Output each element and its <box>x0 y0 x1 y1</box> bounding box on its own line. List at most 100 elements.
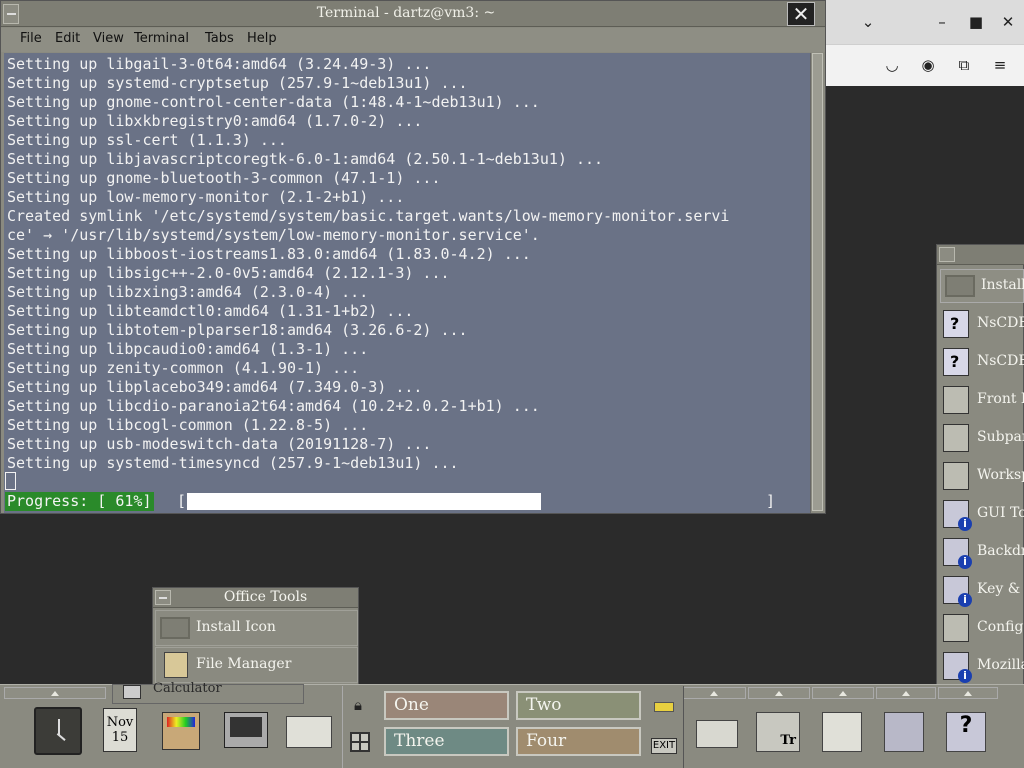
item-label: GUI To <box>977 505 1024 521</box>
subpanel-arrow-clock[interactable] <box>4 687 106 699</box>
item-label: Front P <box>977 391 1024 407</box>
install-drop-icon <box>945 275 975 297</box>
subpanel-item-gui-tools[interactable]: GUI To <box>937 495 1024 533</box>
progress-left-bracket: [ <box>177 492 187 510</box>
pocket-icon[interactable]: ◡ <box>882 55 902 75</box>
text-editor-icon[interactable] <box>822 712 862 752</box>
config-icon <box>943 614 969 642</box>
browser-titlebar: ⌄ – ■ ✕ <box>820 0 1024 44</box>
progress-label: Progress: [ 61%] <box>5 492 154 511</box>
subpanel-menu-button[interactable] <box>155 590 171 605</box>
subpanel-item-mozilla[interactable]: Mozilla <box>937 647 1024 685</box>
help-book-icon <box>943 348 969 376</box>
info-doc-icon <box>943 576 972 607</box>
subpanel-item-nscde-1[interactable]: NsCDE <box>937 305 1024 343</box>
terminal-line: Setting up libplacebo349:amd64 (7.349.0-… <box>7 378 423 396</box>
install-drop-icon <box>160 617 190 639</box>
terminal-line: Setting up libjavascriptcoregtk-6.0-1:am… <box>7 150 604 168</box>
terminal-scrollbar[interactable] <box>810 53 824 513</box>
file-cabinet-icon[interactable] <box>162 712 200 750</box>
subpanel-item-config[interactable]: Config <box>937 609 1024 647</box>
file-manager-icon <box>164 652 188 678</box>
subpanel-item-front-panel[interactable]: Front P <box>937 381 1024 419</box>
workspace-two-button[interactable]: Two <box>516 691 641 720</box>
workspace-one-button[interactable]: One <box>384 691 509 720</box>
style-manager-icon[interactable]: Tr <box>756 712 800 752</box>
scrollbar-thumb[interactable] <box>812 53 823 511</box>
account-icon[interactable]: ◉ <box>918 55 938 75</box>
terminal-line: Setting up libcogl-common (1.22.8-5) ... <box>7 416 369 434</box>
install-label: Install <box>981 277 1024 293</box>
terminal-line: Setting up libboost-iostreams1.83.0:amd6… <box>7 245 531 263</box>
terminal-line: Setting up libpcaudio0:amd64 (1.3-1) ... <box>7 340 369 358</box>
office-tools-titlebar: Office Tools <box>153 588 358 608</box>
terminal-line: Setting up systemd-cryptsetup (257.9-1~d… <box>7 74 468 92</box>
menu-terminal[interactable]: Terminal <box>134 31 189 46</box>
menu-file[interactable]: File <box>20 31 42 46</box>
terminal-line: Setting up gnome-bluetooth-3-common (47.… <box>7 169 441 187</box>
office-tools-title: Office Tools <box>223 589 308 605</box>
install-icon-button[interactable]: Install Icon <box>155 610 358 646</box>
help-subpanel: Install NsCDE NsCDE Front P Subpan Works… <box>936 244 1024 692</box>
menu-tabs[interactable]: Tabs <box>205 31 234 46</box>
application-manager-icon[interactable] <box>884 712 924 752</box>
subpanel-arrow-apps[interactable] <box>876 687 936 699</box>
clock-icon[interactable] <box>34 707 82 755</box>
subpanel-arrow-editor[interactable] <box>812 687 874 699</box>
workspace-three-button[interactable]: Three <box>384 727 509 756</box>
menu-view[interactable]: View <box>93 31 124 46</box>
terminal-line: Setting up libxkbregistry0:amd64 (1.7.0-… <box>7 112 423 130</box>
calendar-day: 15 <box>111 730 129 745</box>
exit-button[interactable]: EXIT <box>651 738 677 754</box>
close-icon[interactable]: ✕ <box>998 12 1018 32</box>
item-label: Mozilla <box>977 657 1024 673</box>
window-doc-icon <box>943 462 969 490</box>
subpanel-arrow-printer[interactable] <box>682 687 746 699</box>
terminal-line: Setting up libtotem-plparser18:amd64 (3.… <box>7 321 468 339</box>
chevron-down-icon[interactable]: ⌄ <box>858 12 878 32</box>
window-close-button[interactable]: ✕ <box>787 2 815 26</box>
lock-icon[interactable]: 🔒︎ <box>354 696 368 714</box>
extensions-icon[interactable]: ⧉ <box>954 55 974 75</box>
subpanel-arrow-style[interactable] <box>748 687 810 699</box>
file-manager-button[interactable]: File Manager <box>155 647 358 683</box>
progress-bar: [ ] <box>177 492 777 511</box>
terminal-titlebar[interactable]: Terminal - dartz@vm3: ~ ✕ <box>1 1 825 27</box>
subpanel-item-subpanel[interactable]: Subpan <box>937 419 1024 457</box>
menu-help[interactable]: Help <box>247 31 277 46</box>
mail-tray-icon[interactable] <box>286 716 332 748</box>
workspace-grid-icon[interactable] <box>350 732 370 752</box>
terminal-output[interactable]: Setting up libgail-3-0t64:amd64 (3.24.49… <box>4 53 810 513</box>
browser-window: ⌄ – ■ ✕ ◡ ◉ ⧉ ≡ <box>820 0 1024 86</box>
info-doc-icon <box>943 538 972 569</box>
printer-icon[interactable] <box>696 720 738 748</box>
info-doc-icon <box>943 652 972 683</box>
install-icon-slot[interactable]: Install <box>940 269 1024 303</box>
calculator-icon <box>123 685 141 699</box>
workspace-four-button[interactable]: Four <box>516 727 641 756</box>
busy-light-icon <box>654 702 674 712</box>
subpanel-menu-button[interactable] <box>939 247 955 262</box>
calculator-item[interactable]: Calculator <box>112 681 304 704</box>
help-manager-icon[interactable]: ? <box>946 712 986 752</box>
progress-fill <box>187 493 541 510</box>
browser-toolbar: ◡ ◉ ⧉ ≡ <box>820 44 1024 86</box>
terminal-cursor <box>5 472 16 490</box>
menu-edit[interactable]: Edit <box>55 31 80 46</box>
terminal-monitor-icon[interactable] <box>224 712 268 748</box>
item-label: Subpan <box>977 429 1024 445</box>
menu-icon[interactable]: ≡ <box>990 55 1010 75</box>
minimize-icon[interactable]: – <box>932 12 952 32</box>
install-icon-label: Install Icon <box>196 619 276 635</box>
terminal-line: Setting up usb-modeswitch-data (20191128… <box>7 435 432 453</box>
subpanel-arrow-help[interactable] <box>938 687 998 699</box>
subpanel-item-backdrops[interactable]: Backdr <box>937 533 1024 571</box>
item-label: Config <box>977 619 1024 635</box>
subpanel-item-workspace[interactable]: Worksp <box>937 457 1024 495</box>
subpanel-item-nscde-2[interactable]: NsCDE <box>937 343 1024 381</box>
subpanel-item-keys[interactable]: Key & <box>937 571 1024 609</box>
terminal-line: Setting up libcdio-paranoia2t64:amd64 (1… <box>7 397 540 415</box>
calendar-icon[interactable]: Nov 15 <box>103 708 137 752</box>
maximize-icon[interactable]: ■ <box>966 12 986 32</box>
terminal-line: Setting up libgail-3-0t64:amd64 (3.24.49… <box>7 55 432 73</box>
